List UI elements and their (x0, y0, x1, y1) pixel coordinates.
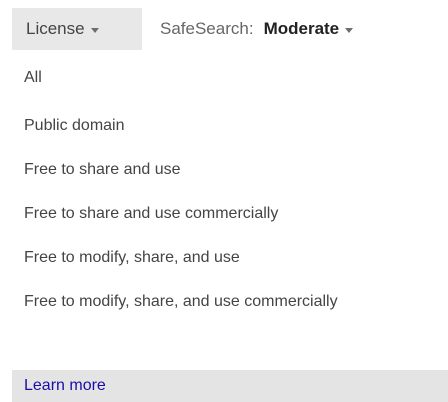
caret-down-icon (345, 27, 354, 33)
caret-down-icon (90, 27, 99, 33)
license-label: License (26, 19, 85, 38)
menu-item-public-domain[interactable]: Public domain (12, 104, 448, 148)
license-dropdown-button[interactable]: License (12, 8, 142, 50)
menu-item-free-to-share-and-use[interactable]: Free to share and use (12, 148, 448, 192)
menu-item-free-to-share-and-use-commercially[interactable]: Free to share and use commercially (12, 192, 448, 236)
safesearch-dropdown-button[interactable]: SafeSearch: Moderate (160, 8, 354, 50)
license-menu: All Public domain Free to share and use … (12, 50, 448, 324)
page: License SafeSearch: Moderate All Public … (0, 0, 448, 402)
safesearch-value: Moderate (263, 19, 340, 38)
menu-item-free-to-modify-share-and-use-commercially[interactable]: Free to modify, share, and use commercia… (12, 280, 448, 324)
learn-more-link[interactable]: Learn more (12, 370, 448, 402)
safesearch-label: SafeSearch: (160, 19, 254, 38)
menu-item-free-to-modify-share-and-use[interactable]: Free to modify, share, and use (12, 236, 448, 280)
search-tools-toolbar: License SafeSearch: Moderate (0, 0, 448, 50)
menu-item-all[interactable]: All (12, 50, 448, 104)
